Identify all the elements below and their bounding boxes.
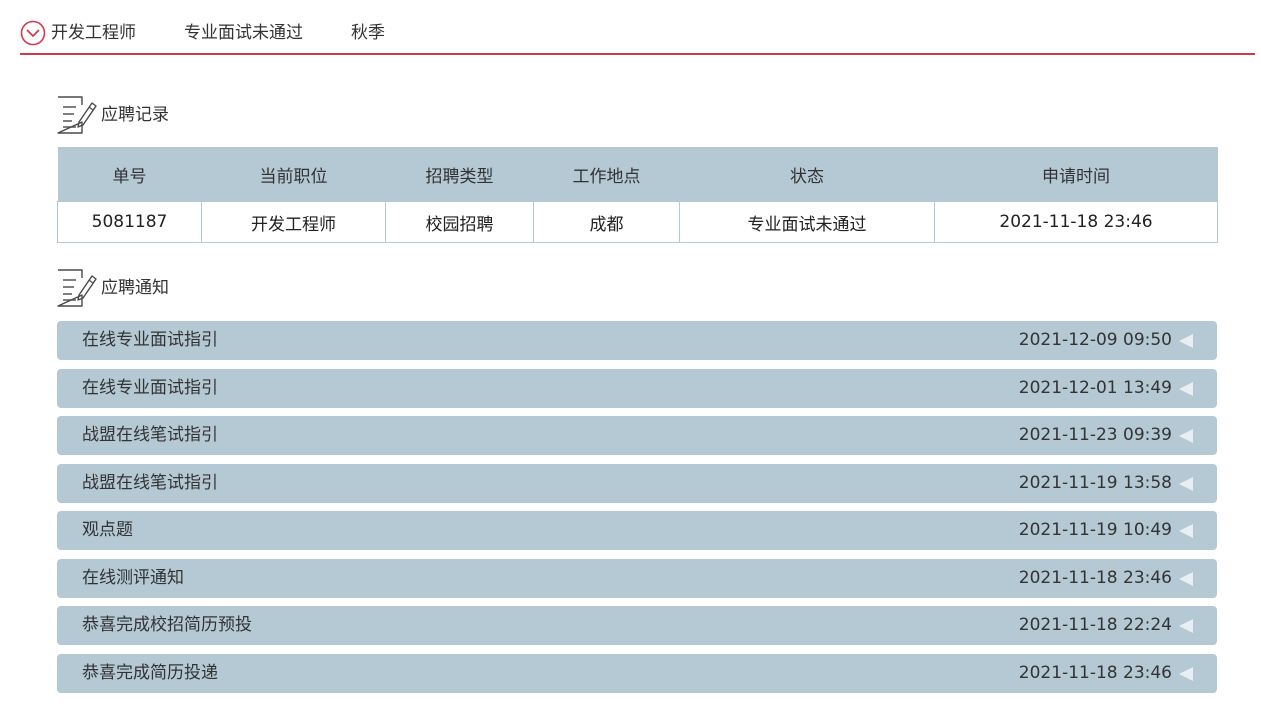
expand-arrow-icon[interactable] [1179, 524, 1193, 538]
notice-time: 2021-11-18 23:46 [1018, 567, 1172, 588]
header-season: 秋季 [351, 23, 385, 43]
header-status: 专业面试未通过 [184, 23, 303, 43]
application-header: 开发工程师 专业面试未通过 秋季 [20, 12, 1255, 55]
expand-arrow-icon[interactable] [1179, 381, 1193, 396]
notice-item[interactable]: 在线测评通知 2021-11-18 23:46 [57, 558, 1217, 598]
records-title: 应聘记录 [101, 105, 169, 125]
column-header: 申请时间 [934, 147, 1218, 202]
table-row: 5081187 开发工程师 校园招聘 成都 专业面试未通过 2021-11-18… [57, 201, 1218, 243]
column-header: 当前职位 [201, 147, 386, 202]
notices-title: 应聘通知 [101, 278, 169, 298]
record-number: 5081187 [57, 201, 202, 243]
notice-item[interactable]: 战盟在线笔试指引 2021-11-23 09:39 [57, 416, 1217, 455]
document-edit-icon [57, 269, 97, 307]
notice-item[interactable]: 观点题 2021-11-19 10:49 [57, 511, 1217, 550]
notice-list: 在线专业面试指引 2021-12-09 09:50 在线专业面试指引 2021-… [57, 321, 1217, 701]
notice-item[interactable]: 恭喜完成校招简历预投 2021-11-18 22:24 [57, 606, 1217, 645]
header-position: 开发工程师 [51, 23, 136, 43]
chevron-down-circle-icon[interactable] [20, 20, 46, 46]
notice-time: 2021-11-18 22:24 [1018, 615, 1172, 635]
notice-title: 在线测评通知 [82, 567, 184, 588]
record-type: 校园招聘 [385, 201, 534, 243]
expand-arrow-icon[interactable] [1179, 334, 1193, 348]
notice-time: 2021-11-19 10:49 [1018, 520, 1172, 540]
expand-arrow-icon[interactable] [1179, 429, 1193, 443]
record-status: 专业面试未通过 [679, 201, 935, 243]
notice-item[interactable]: 战盟在线笔试指引 2021-11-19 13:58 [57, 463, 1217, 503]
column-header: 招聘类型 [385, 147, 534, 202]
column-header: 单号 [57, 147, 202, 202]
record-location: 成都 [533, 201, 680, 243]
expand-arrow-icon[interactable] [1179, 571, 1193, 586]
notice-title: 在线专业面试指引 [82, 377, 218, 398]
records-table: 单号 当前职位 招聘类型 工作地点 状态 申请时间 5081187 开发工程师 … [57, 147, 1218, 243]
expand-arrow-icon[interactable] [1179, 476, 1193, 491]
notice-time: 2021-12-01 13:49 [1018, 377, 1172, 398]
column-header: 工作地点 [533, 147, 680, 202]
notice-title: 战盟在线笔试指引 [82, 425, 218, 445]
expand-arrow-icon[interactable] [1179, 619, 1193, 633]
notice-title: 恭喜完成简历投递 [82, 662, 218, 683]
notice-item[interactable]: 在线专业面试指引 2021-12-09 09:50 [57, 321, 1217, 360]
notice-title: 恭喜完成校招简历预投 [82, 615, 252, 635]
record-position: 开发工程师 [201, 201, 386, 243]
records-header-row: 单号 当前职位 招聘类型 工作地点 状态 申请时间 [57, 147, 1218, 202]
column-header: 状态 [679, 147, 935, 202]
notice-title: 战盟在线笔试指引 [82, 472, 218, 493]
document-edit-icon [57, 96, 97, 134]
notice-item[interactable]: 恭喜完成简历投递 2021-11-18 23:46 [57, 653, 1217, 693]
notice-time: 2021-11-23 09:39 [1018, 425, 1172, 445]
notice-time: 2021-11-19 13:58 [1018, 472, 1172, 493]
expand-arrow-icon[interactable] [1179, 666, 1193, 681]
notice-time: 2021-11-18 23:46 [1018, 662, 1172, 683]
notice-time: 2021-12-09 09:50 [1018, 330, 1172, 350]
notice-title: 观点题 [82, 520, 133, 540]
application-page: 开发工程师 专业面试未通过 秋季 应聘记录 单号 当前职位 招聘类型 工作地点 [0, 0, 1261, 721]
record-time: 2021-11-18 23:46 [934, 201, 1218, 243]
notice-title: 在线专业面试指引 [82, 330, 218, 350]
notice-item[interactable]: 在线专业面试指引 2021-12-01 13:49 [57, 368, 1217, 408]
